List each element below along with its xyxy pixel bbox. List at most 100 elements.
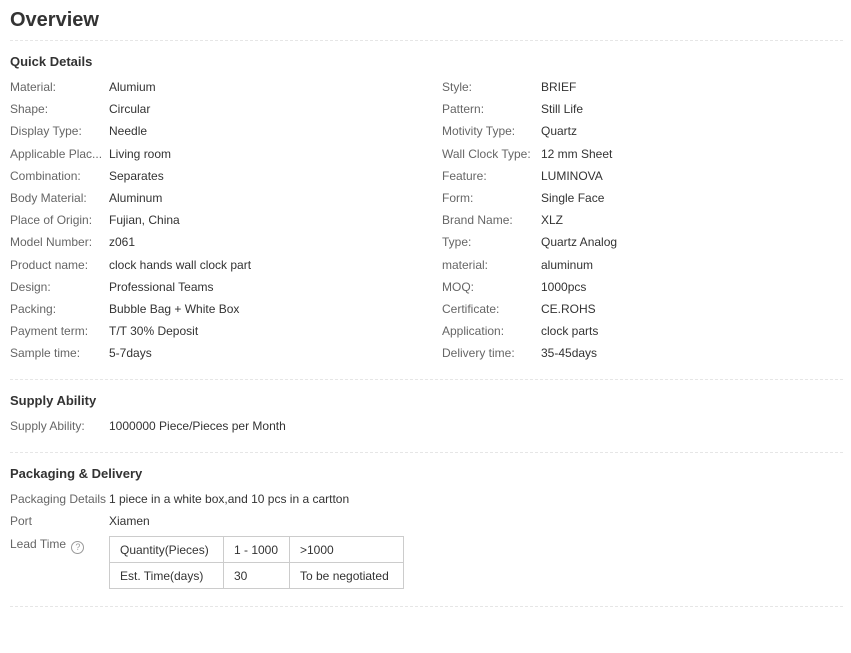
detail-label: Style:: [442, 80, 473, 94]
divider: [10, 452, 843, 453]
detail-value: Alumium: [109, 80, 156, 94]
detail-label: Type:: [442, 235, 472, 249]
detail-label: Application:: [442, 324, 505, 338]
table-cell: Quantity(Pieces): [109, 536, 224, 563]
port-value: Xiamen: [109, 514, 150, 528]
table-row: Quantity(Pieces) 1 - 1000 >1000: [109, 536, 404, 563]
divider: [10, 379, 843, 380]
table-cell: To be negotiated: [289, 562, 404, 589]
detail-row: Applicable Plac... Living room: [10, 146, 410, 162]
packaging-details-row: Packaging Details 1 piece in a white box…: [10, 491, 510, 507]
detail-value: Single Face: [541, 191, 605, 205]
detail-value: clock parts: [541, 324, 599, 338]
detail-label: Material:: [10, 80, 57, 94]
detail-label: Display Type:: [10, 124, 82, 138]
divider: [10, 40, 843, 41]
detail-value: Still Life: [541, 102, 584, 116]
detail-row: MOQ: 1000pcs: [442, 279, 842, 295]
detail-value: Quartz Analog: [541, 235, 618, 249]
table-row: Est. Time(days) 30 To be negotiated: [109, 562, 404, 589]
detail-label: Shape:: [10, 102, 49, 116]
lead-time-label-wrap: Lead Time ?: [10, 536, 85, 554]
packaging-delivery-title: Packaging & Delivery: [10, 466, 143, 481]
detail-row: Delivery time: 35-45days: [442, 345, 842, 361]
detail-row: Style: BRIEF: [442, 79, 842, 95]
detail-label: Certificate:: [442, 302, 500, 316]
detail-value: aluminum: [541, 258, 594, 272]
supply-ability-label: Supply Ability:: [10, 419, 85, 433]
detail-row: Brand Name: XLZ: [442, 212, 842, 228]
detail-row: Feature: LUMINOVA: [442, 168, 842, 184]
detail-value: 12 mm Sheet: [541, 147, 613, 161]
detail-row: Display Type: Needle: [10, 123, 410, 139]
port-row: Port Xiamen: [10, 513, 410, 529]
detail-label: Combination:: [10, 169, 81, 183]
detail-label: Packing:: [10, 302, 57, 316]
detail-row: Shape: Circular: [10, 101, 410, 117]
detail-value: T/T 30% Deposit: [109, 324, 199, 338]
detail-label: Delivery time:: [442, 346, 515, 360]
lead-time-label: Lead Time: [10, 537, 67, 551]
detail-label: Motivity Type:: [442, 124, 516, 138]
detail-row: Model Number: z061: [10, 234, 410, 250]
detail-row: Wall Clock Type: 12 mm Sheet: [442, 146, 842, 162]
detail-value: clock hands wall clock part: [109, 258, 252, 272]
detail-label: Payment term:: [10, 324, 89, 338]
detail-value: Separates: [109, 169, 164, 183]
detail-label: Form:: [442, 191, 474, 205]
detail-row: Motivity Type: Quartz: [442, 123, 842, 139]
detail-value: Living room: [109, 147, 172, 161]
detail-row: Pattern: Still Life: [442, 101, 842, 117]
detail-value: Quartz: [541, 124, 578, 138]
detail-label: Sample time:: [10, 346, 81, 360]
detail-label: Body Material:: [10, 191, 87, 205]
table-cell: 1 - 1000: [223, 536, 290, 563]
detail-value: Bubble Bag + White Box: [109, 302, 240, 316]
detail-value: CE.ROHS: [541, 302, 596, 316]
detail-label: MOQ:: [442, 280, 474, 294]
detail-value: BRIEF: [541, 80, 577, 94]
detail-row: Body Material: Aluminum: [10, 190, 410, 206]
detail-value: 35-45days: [541, 346, 598, 360]
detail-label: Model Number:: [10, 235, 93, 249]
detail-label: Wall Clock Type:: [442, 147, 531, 161]
table-cell: 30: [223, 562, 290, 589]
detail-row: Design: Professional Teams: [10, 279, 410, 295]
detail-row: Product name: clock hands wall clock part: [10, 257, 410, 273]
supply-ability-value: 1000000 Piece/Pieces per Month: [109, 419, 286, 433]
detail-value: Fujian, China: [109, 213, 180, 227]
detail-value: Circular: [109, 102, 151, 116]
detail-row: Combination: Separates: [10, 168, 410, 184]
detail-row: Place of Origin: Fujian, China: [10, 212, 410, 228]
detail-row: Application: clock parts: [442, 323, 842, 339]
supply-ability-row: Supply Ability: 1000000 Piece/Pieces per…: [10, 418, 410, 434]
detail-row: Packing: Bubble Bag + White Box: [10, 301, 410, 317]
page-title: Overview: [10, 9, 99, 31]
detail-row: material: aluminum: [442, 257, 842, 273]
detail-row: Certificate: CE.ROHS: [442, 301, 842, 317]
detail-value: LUMINOVA: [541, 169, 603, 183]
detail-value: z061: [109, 235, 136, 249]
quick-details-title: Quick Details: [10, 54, 93, 69]
detail-label: Applicable Plac...: [10, 147, 103, 161]
table-cell: Est. Time(days): [109, 562, 224, 589]
divider: [10, 606, 843, 607]
detail-label: Feature:: [442, 169, 487, 183]
detail-value: 5-7days: [109, 346, 152, 360]
detail-label: Design:: [10, 280, 51, 294]
detail-row: Form: Single Face: [442, 190, 842, 206]
detail-value: Professional Teams: [109, 280, 214, 294]
detail-row: Payment term: T/T 30% Deposit: [10, 323, 410, 339]
lead-time-table: Quantity(Pieces) 1 - 1000 >1000 Est. Tim…: [109, 536, 404, 589]
detail-label: Product name:: [10, 258, 89, 272]
table-cell: >1000: [289, 536, 404, 563]
packaging-details-label: Packaging Details: [10, 492, 107, 506]
detail-row: Type: Quartz Analog: [442, 234, 842, 250]
question-circle-icon[interactable]: ?: [71, 541, 85, 554]
detail-label: Pattern:: [442, 102, 485, 116]
supply-ability-title: Supply Ability: [10, 393, 97, 408]
detail-row: Material: Alumium: [10, 79, 410, 95]
detail-label: material:: [442, 258, 489, 272]
detail-row: Sample time: 5-7days: [10, 345, 410, 361]
detail-label: Place of Origin:: [10, 213, 93, 227]
